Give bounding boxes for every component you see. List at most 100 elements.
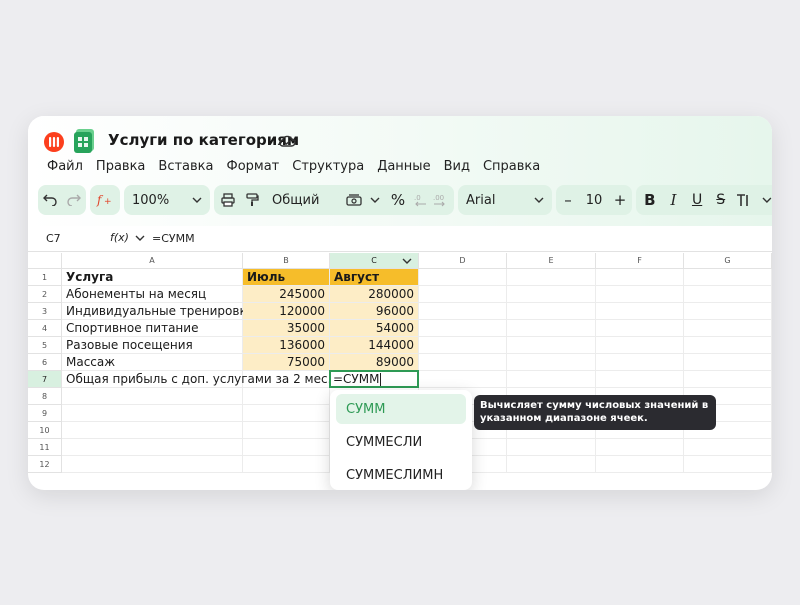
grid-cell[interactable] <box>684 286 772 303</box>
undo-button[interactable] <box>38 185 62 215</box>
row-header-10[interactable]: 10 <box>28 422 62 439</box>
text-color-button[interactable] <box>733 185 759 215</box>
strikethrough-button[interactable]: S <box>709 185 733 215</box>
column-header-b[interactable]: B <box>243 253 330 269</box>
menu-file[interactable]: Файл <box>47 159 83 179</box>
table-header-cell[interactable]: Июль <box>243 269 330 286</box>
grid-cell[interactable] <box>243 388 330 405</box>
zoom-select[interactable]: 100% <box>124 185 210 215</box>
table-cell-label[interactable]: Спортивное питание <box>62 320 243 337</box>
grid-cell[interactable] <box>419 320 507 337</box>
column-header-a[interactable]: A <box>62 253 243 269</box>
grid-cell[interactable] <box>684 439 772 456</box>
yandex-logo-icon[interactable] <box>44 132 64 152</box>
table-cell-value[interactable]: 245000 <box>243 286 330 303</box>
grid-cell[interactable] <box>507 456 596 473</box>
underline-button[interactable]: U <box>685 185 709 215</box>
grid-cell[interactable] <box>507 303 596 320</box>
table-cell-value[interactable]: 120000 <box>243 303 330 320</box>
corner-cell[interactable] <box>28 253 62 269</box>
column-header-d[interactable]: D <box>419 253 507 269</box>
table-header-cell[interactable]: Услуга <box>62 269 243 286</box>
grid-cell[interactable] <box>507 354 596 371</box>
chevron-down-icon[interactable] <box>402 258 412 264</box>
grid-cell[interactable] <box>596 439 684 456</box>
font-family-select[interactable]: Arial <box>458 185 552 215</box>
row-header-1[interactable]: 1 <box>28 269 62 286</box>
row-header-2[interactable]: 2 <box>28 286 62 303</box>
formula-input[interactable]: =СУММ <box>152 232 195 245</box>
grid-cell[interactable] <box>596 269 684 286</box>
row-header-5[interactable]: 5 <box>28 337 62 354</box>
grid-cell[interactable] <box>684 456 772 473</box>
row-header-6[interactable]: 6 <box>28 354 62 371</box>
grid-cell[interactable] <box>243 439 330 456</box>
grid-cell[interactable] <box>507 439 596 456</box>
row-header-9[interactable]: 9 <box>28 405 62 422</box>
grid-cell[interactable] <box>596 354 684 371</box>
italic-button[interactable]: I <box>662 185 686 215</box>
increase-decimals-button[interactable]: .00 <box>430 185 450 215</box>
autocomplete-item[interactable]: СУММ <box>336 394 466 424</box>
table-cell-label[interactable]: Индивидуальные тренировки <box>62 303 255 320</box>
table-cell-value[interactable]: 144000 <box>330 337 419 354</box>
total-label-cell[interactable]: Общая прибыль с доп. услугами за 2 мес. <box>62 371 331 388</box>
document-title[interactable]: Услуги по категориям <box>108 131 299 149</box>
grid-cell[interactable] <box>507 371 596 388</box>
grid-cell[interactable] <box>243 456 330 473</box>
grid-cell[interactable] <box>596 456 684 473</box>
menu-structure[interactable]: Структура <box>292 159 364 179</box>
grid-cell[interactable] <box>62 456 243 473</box>
table-cell-value[interactable]: 35000 <box>243 320 330 337</box>
font-size-value[interactable]: 10 <box>580 185 608 215</box>
row-header-8[interactable]: 8 <box>28 388 62 405</box>
print-button[interactable] <box>216 185 240 215</box>
grid-cell[interactable] <box>684 303 772 320</box>
function-label[interactable]: f(x) <box>110 231 145 244</box>
redo-button[interactable] <box>62 185 86 215</box>
grid-cell[interactable] <box>684 337 772 354</box>
autocomplete-item[interactable]: СУММЕСЛИМН <box>336 460 466 490</box>
grid-cell[interactable] <box>684 269 772 286</box>
grid-cell[interactable] <box>419 303 507 320</box>
font-size-decrease-button[interactable]: – <box>556 185 580 215</box>
insert-function-button[interactable]: f + <box>90 185 120 215</box>
grid-cell[interactable] <box>684 354 772 371</box>
menu-edit[interactable]: Правка <box>96 159 145 179</box>
grid-cell[interactable] <box>243 422 330 439</box>
autocomplete-item[interactable]: СУММЕСЛИ <box>336 427 466 457</box>
column-header-g[interactable]: G <box>684 253 772 269</box>
table-cell-value[interactable]: 136000 <box>243 337 330 354</box>
font-size-increase-button[interactable]: + <box>608 185 632 215</box>
chevron-down-icon[interactable] <box>762 197 772 203</box>
row-header-3[interactable]: 3 <box>28 303 62 320</box>
table-header-cell[interactable]: Август <box>330 269 419 286</box>
cell-reference[interactable]: C7 <box>46 232 61 245</box>
menu-data[interactable]: Данные <box>377 159 430 179</box>
grid-cell[interactable] <box>596 286 684 303</box>
table-cell-label[interactable]: Разовые посещения <box>62 337 243 354</box>
grid-cell[interactable] <box>62 439 243 456</box>
table-cell-label[interactable]: Массаж <box>62 354 243 371</box>
grid-cell[interactable] <box>507 320 596 337</box>
menu-format[interactable]: Формат <box>227 159 280 179</box>
table-cell-value[interactable]: 89000 <box>330 354 419 371</box>
cloud-saved-icon[interactable] <box>278 133 296 149</box>
bold-button[interactable]: B <box>638 185 662 215</box>
percent-button[interactable]: % <box>386 185 410 215</box>
grid-cell[interactable] <box>684 320 772 337</box>
grid-cell[interactable] <box>596 371 684 388</box>
active-cell-input[interactable]: =СУММ <box>329 370 419 388</box>
grid-cell[interactable] <box>596 320 684 337</box>
menu-view[interactable]: Вид <box>444 159 470 179</box>
grid-cell[interactable] <box>596 303 684 320</box>
grid-cell[interactable] <box>419 354 507 371</box>
table-cell-value[interactable]: 75000 <box>243 354 330 371</box>
grid-cell[interactable] <box>507 337 596 354</box>
menu-insert[interactable]: Вставка <box>158 159 213 179</box>
row-header-4[interactable]: 4 <box>28 320 62 337</box>
grid-cell[interactable] <box>419 337 507 354</box>
row-header-7[interactable]: 7 <box>28 371 62 388</box>
row-header-11[interactable]: 11 <box>28 439 62 456</box>
grid-cell[interactable] <box>684 371 772 388</box>
